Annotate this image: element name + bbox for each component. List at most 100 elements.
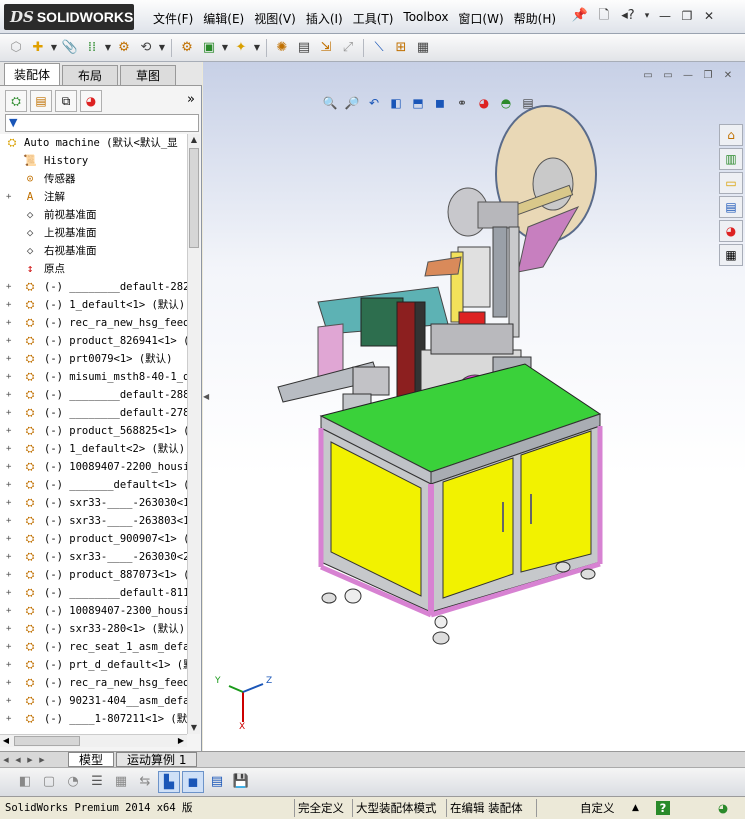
show-hidden-icon[interactable]: ⚙ [177, 38, 197, 58]
tree-item[interactable]: + ⛭ (-) prt0079<1> (默认) [0, 350, 187, 368]
tree-item[interactable]: + ⛭ (-) sxr33-____-263803<1 [0, 512, 187, 530]
scroll-thumb[interactable] [189, 148, 199, 248]
instant3d-icon[interactable]: ⊞ [391, 38, 411, 58]
expand-icon[interactable]: + [6, 422, 16, 440]
bill-of-materials-icon[interactable]: ▤ [294, 38, 314, 58]
menu-window[interactable]: 窗口(W) [453, 8, 508, 29]
expand-icon[interactable]: + [6, 674, 16, 692]
tree-item[interactable]: + ⛭ (-) rec_ra_new_hsg_feede [0, 674, 187, 692]
pin-icon[interactable]: 📌 [570, 6, 590, 26]
grid-icon[interactable]: ▦ [110, 771, 132, 793]
menu-insert[interactable]: 插入(I) [301, 8, 348, 29]
tree-item[interactable]: + ⛭ (-) product_826941<1> ( [0, 332, 187, 350]
tree-item[interactable]: + ⛭ (-) product_887073<1> ( [0, 566, 187, 584]
home-icon[interactable]: ⌂ [719, 124, 743, 146]
tree-item[interactable]: + ⛭ (-) ____1-807211<1> (默认 [0, 710, 187, 728]
tree-item[interactable]: ↕ 原点 [0, 260, 187, 278]
menu-help[interactable]: 帮助(H) [509, 8, 561, 29]
tree-item[interactable]: + ⛭ (-) 10089407-2200_housir [0, 458, 187, 476]
design-library-icon[interactable]: ▥ [719, 148, 743, 170]
chevron-down-icon[interactable]: ▼ [221, 43, 229, 52]
first-tab-icon[interactable]: ◀ [0, 754, 12, 766]
shaded-edges-icon[interactable]: ◧ [14, 771, 36, 793]
tree-item[interactable]: 📜 History [0, 152, 187, 170]
expand-icon[interactable]: + [6, 350, 16, 368]
chevron-down-icon[interactable]: ▼ [158, 43, 166, 52]
feature-manager-icon[interactable]: ⛭ [5, 90, 27, 112]
view-palette-icon[interactable]: ▤ [719, 196, 743, 218]
menu-file[interactable]: 文件(F) [148, 8, 198, 29]
status-tips-icon[interactable]: ◕ [718, 799, 728, 817]
tree-item[interactable]: + ⛭ (-) rec_seat_1_asm_defau [0, 638, 187, 656]
tree-item[interactable]: + ⛭ (-) ________default-288 [0, 386, 187, 404]
expand-icon[interactable]: + [6, 530, 16, 548]
new-motion-study-icon[interactable]: ✺ [272, 38, 292, 58]
more-tabs-icon[interactable]: » [187, 92, 195, 107]
chart-view-icon[interactable]: ▙ [158, 771, 180, 793]
expand-icon[interactable]: + [6, 602, 16, 620]
solidworks-logo[interactable]: DS SOLIDWORKS [4, 4, 134, 30]
chevron-down-icon[interactable]: ▼ [253, 43, 261, 52]
tree-root[interactable]: ⛭ Auto machine (默认<默认_显 [0, 134, 187, 152]
chevron-down-icon[interactable]: ▼ [50, 43, 58, 52]
draft-quality-icon[interactable]: ▢ [38, 771, 60, 793]
insert-component-icon[interactable]: ✚ [28, 38, 48, 58]
tree-item[interactable]: + ⛭ (-) 1_default<1> (默认) [0, 296, 187, 314]
menu-tools[interactable]: 工具(T) [348, 8, 399, 29]
reference-geometry-icon[interactable]: ✦ [231, 38, 251, 58]
expand-icon[interactable]: + [6, 548, 16, 566]
tab-sketch[interactable]: 草图 [120, 65, 176, 85]
smart-fasteners-icon[interactable]: ⚙ [114, 38, 134, 58]
assembly-features-icon[interactable]: ▣ [199, 38, 219, 58]
status-help-icon[interactable]: ? [656, 801, 670, 815]
compare-icon[interactable]: ⇆ [134, 771, 156, 793]
expand-icon[interactable]: + [6, 386, 16, 404]
tree-item[interactable]: + ⛭ (-) sxr33-____-263030<2 [0, 548, 187, 566]
expand-icon[interactable]: + [6, 440, 16, 458]
tree-item[interactable]: + ⛭ (-) product_568825<1> ( [0, 422, 187, 440]
configuration-manager-icon[interactable]: ⧉ [55, 90, 77, 112]
new-document-icon[interactable]: 🗋 [594, 6, 614, 26]
minimize-button[interactable]: — [656, 8, 674, 24]
tree-item[interactable]: + A 注解 [0, 188, 187, 206]
expand-icon[interactable]: + [6, 656, 16, 674]
tree-item[interactable]: + ⛭ (-) _______default<1> ( [0, 476, 187, 494]
exploded-view-icon[interactable]: ⇲ [316, 38, 336, 58]
expand-icon[interactable]: + [6, 458, 16, 476]
tree-item[interactable]: ◇ 前视基准面 [0, 206, 187, 224]
expand-icon[interactable]: + [6, 188, 16, 206]
expand-icon[interactable]: + [6, 638, 16, 656]
custom-properties-icon[interactable]: ▦ [719, 244, 743, 266]
units-dropdown-icon[interactable]: ▲ [632, 799, 639, 817]
assembly-model[interactable] [203, 62, 745, 751]
scroll-up-icon[interactable]: ▲ [188, 134, 200, 146]
expand-icon[interactable]: + [6, 314, 16, 332]
display-manager-icon[interactable]: ◕ [80, 90, 102, 112]
status-units[interactable]: 自定义 [580, 799, 615, 817]
expand-icon[interactable]: + [6, 710, 16, 728]
scroll-left-icon[interactable]: ◀ [0, 735, 12, 747]
tree-horizontal-scrollbar[interactable]: ◀ ▶ [0, 734, 187, 747]
chevron-down-icon[interactable]: ▼ [104, 43, 112, 52]
scroll-right-icon[interactable]: ▶ [175, 735, 187, 747]
tree-item[interactable]: ⊙ 传感器 [0, 170, 187, 188]
edit-component-icon[interactable]: ⬡ [6, 38, 26, 58]
menu-toolbox[interactable]: Toolbox [398, 8, 453, 29]
tree-item[interactable]: + ⛭ (-) sxr33-____-263030<1 [0, 494, 187, 512]
expand-icon[interactable]: + [6, 620, 16, 638]
tree-item[interactable]: + ⛭ (-) 1_default<2> (默认) [0, 440, 187, 458]
tree-item[interactable]: ◇ 上视基准面 [0, 224, 187, 242]
tree-item[interactable]: + ⛭ (-) sxr33-280<1> (默认) [0, 620, 187, 638]
expand-icon[interactable]: + [6, 494, 16, 512]
expand-icon[interactable]: + [6, 404, 16, 422]
speedpak-icon[interactable]: ▦ [413, 38, 433, 58]
list-icon[interactable]: ☰ [86, 771, 108, 793]
tree-item[interactable]: + ⛭ (-) product_900907<1> ( [0, 530, 187, 548]
linear-pattern-icon[interactable]: ⁞⁞ [82, 38, 102, 58]
tree-item[interactable]: + ⛭ (-) rec_ra_new_hsg_feede [0, 314, 187, 332]
expand-icon[interactable]: + [6, 476, 16, 494]
tree-item[interactable]: + ⛭ (-) prt_d_default<1> (默 [0, 656, 187, 674]
file-explorer-icon[interactable]: ▭ [719, 172, 743, 194]
interference-detection-icon[interactable]: ⟍ [369, 38, 389, 58]
mate-icon[interactable]: 📎 [60, 38, 80, 58]
